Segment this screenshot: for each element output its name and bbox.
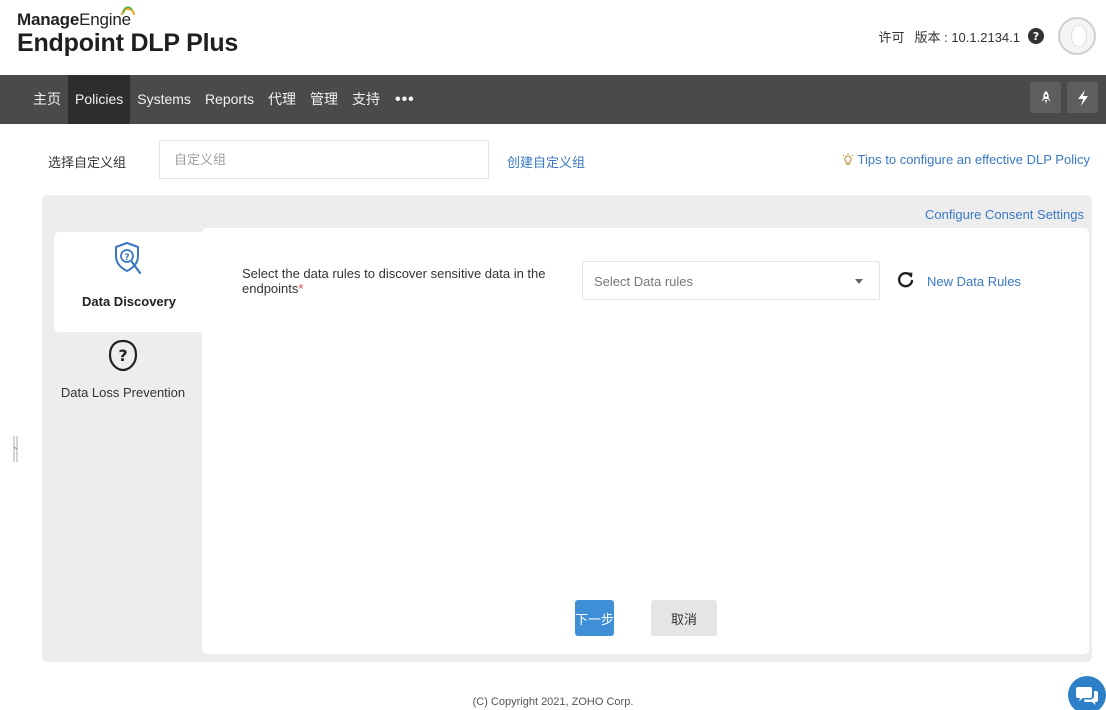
product-name: Endpoint DLP Plus [17, 29, 239, 57]
logo-arc-icon [121, 6, 135, 16]
lightning-button[interactable] [1067, 82, 1098, 113]
nav-tabs: 主页 Policies Systems Reports 代理 管理 支持 ••• [26, 75, 423, 124]
data-rules-select-placeholder: Select Data rules [594, 274, 693, 289]
data-rules-label: Select the data rules to discover sensit… [242, 266, 582, 296]
configure-consent-link[interactable]: Configure Consent Settings [925, 207, 1084, 222]
rocket-icon [1041, 90, 1050, 104]
search-shield-icon: ? [115, 241, 142, 275]
nav-tab-support[interactable]: 支持 [345, 75, 387, 124]
tab-data-discovery-label: Data Discovery [82, 294, 176, 309]
app-header: ManageEngine Endpoint DLP Plus 许可 版本 : 1… [0, 0, 1106, 75]
create-custom-group-link[interactable]: 创建自定义组 [507, 152, 585, 171]
data-rules-label-text: Select the data rules to discover sensit… [242, 266, 546, 296]
cancel-button[interactable]: 取消 [651, 600, 717, 636]
custom-group-row: 选择自定义组 创建自定义组 Tips to configure an effec… [0, 140, 1106, 180]
nav-tab-policies[interactable]: Policies [68, 75, 131, 124]
tab-data-loss-prevention[interactable]: ? Data Loss Prevention [48, 339, 198, 400]
question-shield-icon: ? [108, 339, 138, 372]
lightbulb-icon [842, 153, 853, 165]
nav-tab-systems[interactable]: Systems [130, 75, 198, 124]
required-marker: * [298, 281, 304, 296]
nav-tab-reports[interactable]: Reports [198, 75, 261, 124]
header-right: 许可 版本 : 10.1.2134.1 ? [878, 16, 1096, 56]
license-link[interactable]: 许可 [878, 27, 904, 46]
main-navbar: 主页 Policies Systems Reports 代理 管理 支持 ••• [0, 75, 1106, 124]
brand-logo[interactable]: ManageEngine Endpoint DLP Plus [17, 6, 239, 58]
chat-bubbles-icon [1076, 687, 1098, 705]
user-avatar-icon[interactable] [1058, 17, 1096, 55]
chat-button[interactable] [1068, 676, 1106, 710]
nav-tab-home[interactable]: 主页 [26, 75, 68, 124]
tips-link-label: Tips to configure an effective DLP Polic… [857, 152, 1090, 167]
nav-tab-agent[interactable]: 代理 [261, 75, 303, 124]
new-data-rules-link[interactable]: New Data Rules [927, 274, 1021, 289]
footer-copyright: (C) Copyright 2021, ZOHO Corp. [472, 696, 634, 708]
svg-text:?: ? [124, 253, 129, 263]
lightning-icon [1077, 89, 1088, 106]
tab-data-loss-prevention-label: Data Loss Prevention [60, 385, 186, 400]
nav-tab-admin[interactable]: 管理 [303, 75, 345, 124]
custom-group-input[interactable] [159, 140, 489, 179]
version-label: 版本 : 10.1.2134.1 [914, 29, 1020, 45]
data-rules-select[interactable]: Select Data rules [582, 261, 880, 300]
tips-link[interactable]: Tips to configure an effective DLP Polic… [842, 152, 1090, 167]
custom-group-label: 选择自定义组 [48, 155, 127, 170]
next-button[interactable]: 下一步 [575, 600, 614, 636]
refresh-icon[interactable] [897, 271, 915, 289]
question-circle-icon[interactable]: ? [1028, 28, 1044, 44]
nav-more-menu[interactable]: ••• [387, 91, 423, 109]
rocket-button[interactable] [1030, 82, 1061, 113]
svg-text:?: ? [1033, 30, 1039, 43]
sidebar-collapse-handle[interactable] [12, 436, 20, 462]
company-logo: ManageEngine [17, 6, 238, 30]
chevron-down-icon [855, 279, 863, 284]
tab-data-discovery[interactable]: ? Data Discovery [54, 240, 204, 309]
svg-text:?: ? [118, 346, 127, 365]
data-discovery-content: Select the data rules to discover sensit… [202, 228, 1089, 654]
policy-panel: Configure Consent Settings ? Data Discov… [42, 195, 1092, 662]
